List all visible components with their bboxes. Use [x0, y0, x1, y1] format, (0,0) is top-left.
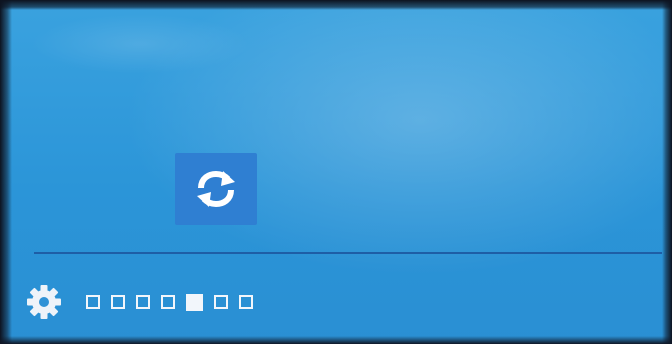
page-dot-4[interactable]	[161, 295, 175, 309]
device-screen	[0, 0, 672, 344]
bezel-bottom	[0, 336, 672, 344]
bezel-top	[0, 0, 672, 10]
refresh-icon	[197, 170, 235, 208]
page-dot-6[interactable]	[214, 295, 228, 309]
refresh-tile-button[interactable]	[175, 153, 257, 225]
bezel-right	[662, 0, 672, 344]
page-dot-2[interactable]	[111, 295, 125, 309]
page-dot-1[interactable]	[86, 295, 100, 309]
gear-icon[interactable]	[26, 284, 62, 320]
screen-glare	[30, 14, 250, 74]
bezel-left	[0, 0, 12, 344]
page-dot-7[interactable]	[239, 295, 253, 309]
divider-line	[34, 252, 662, 254]
page-dot-5[interactable]	[186, 293, 203, 311]
page-dot-3[interactable]	[136, 295, 150, 309]
page-indicator	[86, 293, 253, 311]
bottom-bar	[26, 284, 253, 320]
